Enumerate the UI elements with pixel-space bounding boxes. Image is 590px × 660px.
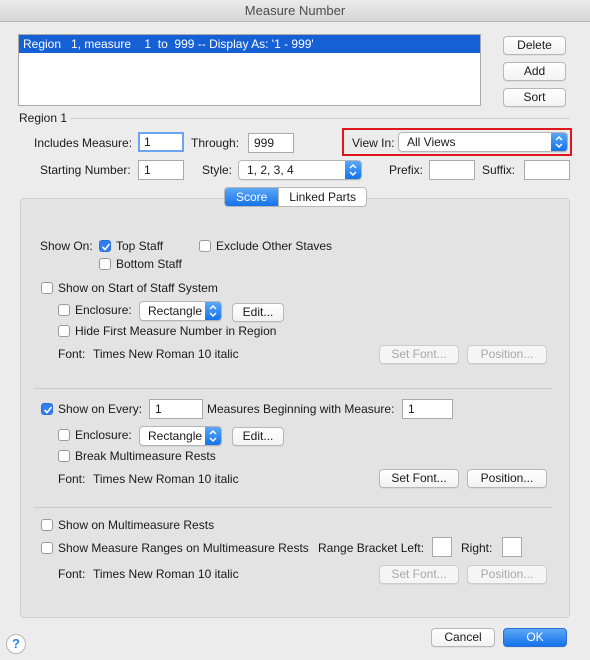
style-value: 1, 2, 3, 4 [247, 163, 294, 177]
section-divider [34, 388, 552, 389]
exclude-other-staves-label: Exclude Other Staves [216, 239, 333, 253]
suffix-label: Suffix: [482, 163, 516, 177]
font-value: Times New Roman 10 italic [93, 567, 239, 581]
prefix-field[interactable] [429, 160, 475, 180]
hide-first-checkbox[interactable] [58, 325, 70, 337]
multimeasure-rests-label: Show on Multimeasure Rests [58, 518, 215, 532]
bottom-staff-label: Bottom Staff [116, 257, 182, 271]
through-label: Through: [191, 136, 240, 150]
enclosure-checkbox[interactable] [58, 429, 70, 441]
help-icon[interactable]: ? [6, 634, 26, 654]
view-in-label: View In: [352, 136, 395, 150]
font-label: Font: [58, 347, 86, 361]
start-system-label: Show on Start of Staff System [58, 281, 218, 295]
view-in-popup[interactable]: All Views [398, 132, 568, 152]
tab-control: Score Linked Parts [224, 187, 367, 207]
sort-button[interactable]: Sort [503, 88, 566, 107]
start-system-checkbox[interactable] [41, 282, 53, 294]
tab-score[interactable]: Score [225, 188, 279, 206]
ok-button[interactable]: OK [503, 628, 567, 647]
show-on-label: Show On: [40, 239, 93, 253]
section-divider [34, 507, 552, 508]
measure-ranges-label: Show Measure Ranges on Multimeasure Rest… [58, 541, 309, 555]
break-rests-label: Break Multimeasure Rests [75, 449, 216, 463]
bracket-left-field[interactable] [432, 537, 452, 557]
enclosure-checkbox[interactable] [58, 304, 70, 316]
chevron-updown-icon [345, 161, 361, 179]
set-font-button[interactable]: Set Font... [379, 469, 459, 488]
delete-button[interactable]: Delete [503, 36, 566, 55]
set-font-button[interactable]: Set Font... [379, 345, 459, 364]
exclude-other-staves-checkbox[interactable] [199, 240, 211, 252]
view-in-value: All Views [407, 135, 456, 149]
includes-measure-field[interactable]: 1 [138, 132, 184, 152]
includes-measure-label: Includes Measure: [34, 136, 133, 150]
font-value: Times New Roman 10 italic [93, 347, 239, 361]
enclosure-value: Rectangle [148, 304, 203, 318]
position-button[interactable]: Position... [467, 469, 547, 488]
chevron-updown-icon [205, 427, 221, 445]
top-staff-label: Top Staff [116, 239, 164, 253]
enclosure-popup[interactable]: Rectangle [139, 426, 222, 446]
chevron-updown-icon [551, 133, 567, 151]
bracket-right-field[interactable] [502, 537, 522, 557]
tab-linked-parts[interactable]: Linked Parts [278, 188, 366, 206]
hide-first-label: Hide First Measure Number in Region [75, 324, 277, 338]
break-rests-checkbox[interactable] [58, 450, 70, 462]
enclosure-label: Enclosure: [75, 428, 132, 442]
add-button[interactable]: Add [503, 62, 566, 81]
beginning-field[interactable]: 1 [402, 399, 453, 419]
prefix-label: Prefix: [389, 163, 424, 177]
edit-button[interactable]: Edit... [232, 427, 284, 446]
measure-ranges-checkbox[interactable] [41, 542, 53, 554]
enclosure-popup[interactable]: Rectangle [139, 301, 222, 321]
through-field[interactable]: 999 [248, 133, 294, 153]
starting-number-field[interactable]: 1 [138, 160, 184, 180]
font-label: Font: [58, 472, 86, 486]
bottom-staff-checkbox[interactable] [99, 258, 111, 270]
show-on-every-checkbox[interactable] [41, 403, 53, 415]
starting-number-label: Starting Number: [40, 163, 131, 177]
font-label: Font: [58, 567, 86, 581]
bracket-left-label: Range Bracket Left: [318, 541, 425, 555]
every-field[interactable]: 1 [149, 399, 203, 419]
position-button[interactable]: Position... [467, 345, 547, 364]
checkmark-icon [101, 243, 111, 251]
show-on-every-label: Show on Every: [58, 402, 143, 416]
font-value: Times New Roman 10 italic [93, 472, 239, 486]
enclosure-label: Enclosure: [75, 303, 132, 317]
suffix-field[interactable] [524, 160, 570, 180]
checkmark-icon [43, 406, 53, 414]
set-font-button[interactable]: Set Font... [379, 565, 459, 584]
beginning-label: Measures Beginning with Measure: [207, 402, 395, 416]
top-staff-checkbox[interactable] [99, 240, 111, 252]
style-label: Style: [202, 163, 233, 177]
window-title: Measure Number [0, 0, 590, 22]
chevron-updown-icon [205, 302, 221, 320]
multimeasure-rests-checkbox[interactable] [41, 519, 53, 531]
list-item[interactable]: Region 1, measure 1 to 999 -- Display As… [19, 35, 480, 53]
position-button[interactable]: Position... [467, 565, 547, 584]
region-separator [70, 118, 570, 119]
cancel-button[interactable]: Cancel [431, 628, 495, 647]
edit-button[interactable]: Edit... [232, 303, 284, 322]
enclosure-value: Rectangle [148, 429, 203, 443]
bracket-right-label: Right: [461, 541, 493, 555]
style-popup[interactable]: 1, 2, 3, 4 [238, 160, 362, 180]
regions-list[interactable]: Region 1, measure 1 to 999 -- Display As… [18, 34, 481, 106]
region-heading: Region 1 [19, 111, 68, 125]
